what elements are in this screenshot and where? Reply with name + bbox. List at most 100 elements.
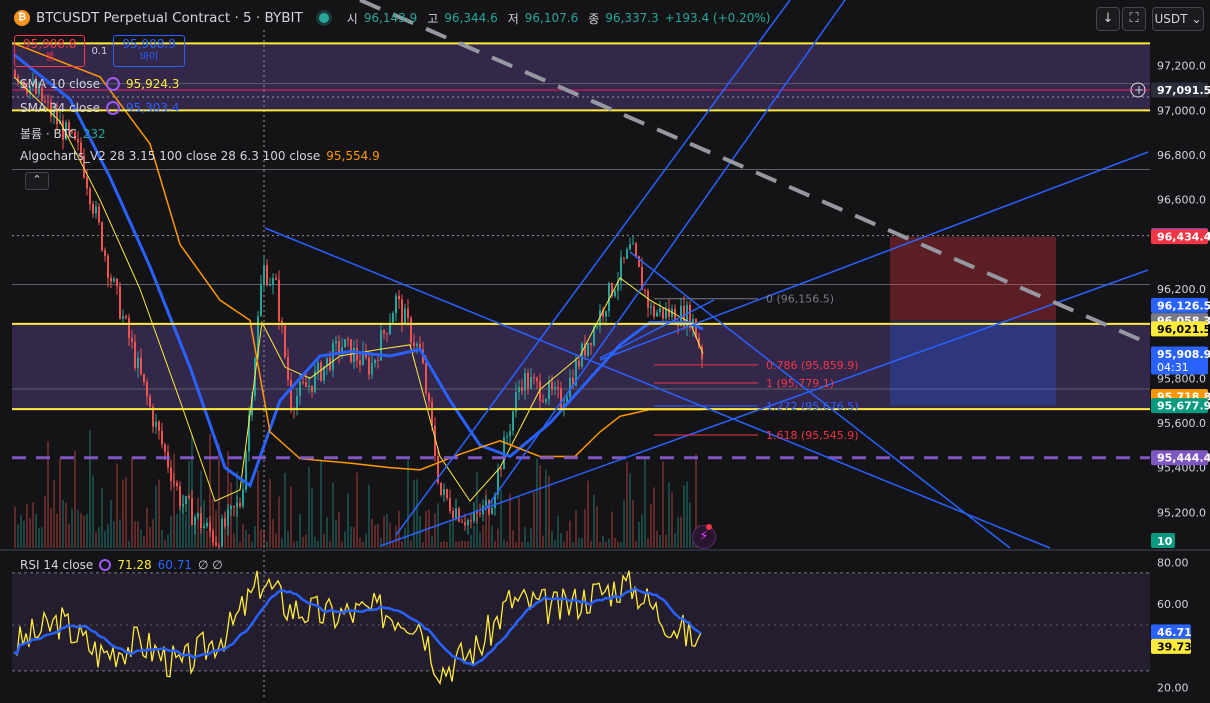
candle-body (203, 526, 205, 528)
candle-body (443, 489, 445, 495)
candle-body (632, 243, 634, 245)
open-value: 96,143.9 (363, 11, 418, 25)
volume-bar (356, 472, 358, 548)
chevron-down-icon: ⌄ (1191, 12, 1202, 26)
price-badge-label: 96,021.5 (1157, 323, 1210, 336)
volume-bar (296, 540, 298, 548)
spread-value: 0.1 (91, 45, 108, 57)
candle-body (548, 382, 550, 400)
candle-body (371, 363, 373, 375)
candle-body (581, 343, 583, 367)
legend-sma10[interactable]: SMA 10 close 95,924.3 (20, 77, 179, 91)
volume-bar (590, 540, 592, 548)
volume-bar (596, 506, 598, 548)
price-tick-label: 97,200.0 (1157, 60, 1206, 73)
candle-body (530, 377, 532, 389)
trade-panel: 95,908.8 셀 0.1 95,908.9 바이 (14, 35, 185, 67)
candle-body (401, 299, 403, 324)
volume-bar (545, 469, 547, 548)
volume-bar (80, 513, 82, 548)
volume-bar (353, 527, 355, 548)
volume-bar (515, 542, 517, 548)
volume-bar (467, 541, 469, 548)
volume-bar (176, 514, 178, 548)
legend-volume[interactable]: 볼륨 · BTC 232 (20, 125, 106, 142)
volume-bar (566, 531, 568, 548)
collapse-legend-button[interactable]: ⌃ (25, 172, 49, 190)
candle-body (119, 286, 121, 319)
volume-bar (383, 515, 385, 548)
volume-bar (665, 534, 667, 548)
volume-bar (659, 535, 661, 548)
volume-bar (131, 456, 133, 548)
volume-bar (491, 525, 493, 548)
volume-bar (305, 534, 307, 548)
chart-canvas[interactable]: 0 (96,156.5) 0.786 (95,859.9) 1 (95,779.1)… (0, 0, 1210, 700)
volume-bar (374, 525, 376, 548)
rsi-settings-icon[interactable] (99, 559, 112, 571)
volume-bar (392, 542, 394, 548)
candle-body (302, 381, 304, 383)
candle-body (284, 325, 286, 357)
low-value: 96,107.6 (524, 11, 579, 25)
volume-bar (269, 478, 271, 548)
volume-bar (689, 502, 691, 548)
candle-body (374, 359, 376, 364)
market-open-icon (318, 13, 329, 23)
volume-bar (653, 487, 655, 548)
sma10-settings-icon[interactable] (106, 77, 120, 91)
legend-sma34[interactable]: SMA 34 close 95,303.4 (20, 101, 179, 115)
candle-body (212, 531, 214, 543)
volume-bar (59, 459, 61, 548)
candle-body (167, 451, 169, 468)
volume-bar (395, 525, 397, 548)
currency-select[interactable]: USDT ⌄ (1152, 7, 1204, 31)
volume-bar (302, 536, 304, 548)
symbol-title[interactable]: BTCUSDT Perpetual Contract · 5 · BYBIT (36, 10, 303, 26)
buy-button[interactable]: 95,908.9 바이 (113, 35, 185, 67)
trading-chart[interactable]: 0 (96,156.5) 0.786 (95,859.9) 1 (95,779.1)… (0, 0, 1210, 700)
candle-body (386, 333, 388, 335)
volume-bar (617, 541, 619, 548)
candle-body (173, 481, 175, 483)
candle-body (614, 290, 616, 297)
volume-bar (92, 475, 94, 548)
candle-body (344, 339, 346, 348)
candle-body (278, 279, 280, 322)
rsi-legend[interactable]: RSI 14 close 71.28 60.71 ∅ ∅ (20, 558, 223, 572)
candle-body (383, 330, 385, 334)
candle-body (470, 520, 472, 522)
candle-body (191, 498, 193, 525)
fullscreen-button[interactable]: ⛶ (1122, 7, 1146, 31)
candle-body (143, 373, 145, 383)
volume-bar (86, 513, 88, 548)
download-button[interactable]: ↓ (1096, 7, 1120, 31)
volume-bar (635, 540, 637, 548)
volume-bar (332, 482, 334, 548)
volume-bar (563, 541, 565, 548)
volume-bar (299, 513, 301, 548)
volume-bar (494, 541, 496, 548)
candle-body (140, 357, 142, 374)
volume-bar (407, 459, 409, 548)
volume-bar (509, 493, 511, 548)
volume-bar (626, 461, 628, 548)
sell-button[interactable]: 95,908.8 셀 (14, 35, 86, 67)
sell-price: 95,908.8 (23, 37, 77, 51)
high-value: 96,344.6 (444, 11, 498, 25)
volume-bar (197, 497, 199, 548)
volume-bar (323, 533, 325, 548)
lightning-icon[interactable]: ⚡ (692, 525, 716, 549)
volume-bar (188, 461, 190, 548)
currency-value: USDT (1154, 12, 1188, 26)
candle-body (113, 278, 115, 282)
candle-body (500, 468, 502, 470)
fib-level-label: 1.272 (95,676.5) (766, 400, 859, 413)
candle-body (461, 521, 463, 523)
candle-body (446, 489, 448, 499)
legend-algocharts[interactable]: Algocharts_V2 28 3.15 100 close 28 6.3 1… (20, 149, 380, 163)
candle-body (449, 498, 451, 511)
price-badge-label: 95,677.9 (1157, 400, 1210, 413)
sma34-settings-icon[interactable] (106, 101, 120, 115)
volume-bar (344, 531, 346, 548)
